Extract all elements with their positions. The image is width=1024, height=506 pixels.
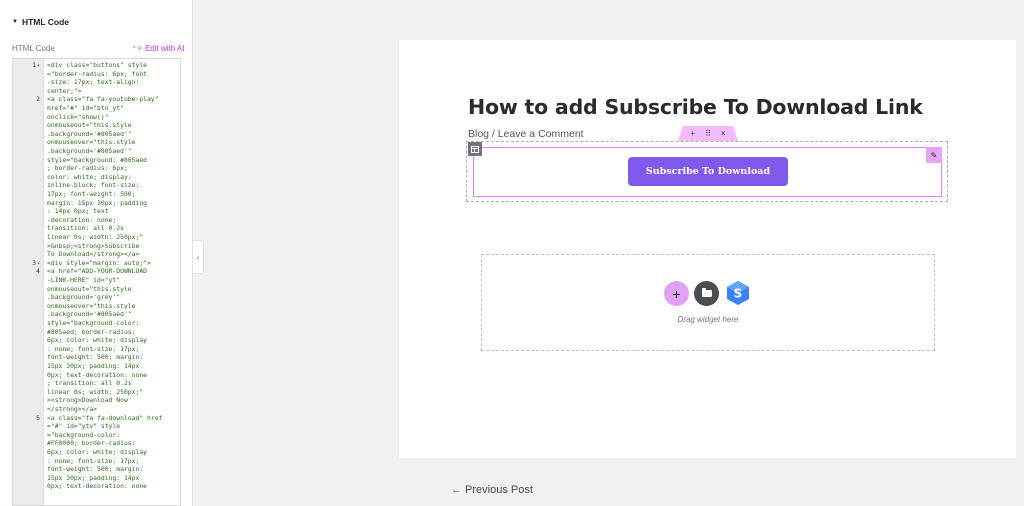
folder-icon (701, 288, 712, 297)
code-line: -decoration: none; (47, 215, 117, 224)
fold-caret-icon[interactable]: ▾ (37, 261, 40, 267)
category-link[interactable]: Blog (468, 128, 489, 140)
previous-post-link[interactable]: ← Previous Post (451, 484, 533, 496)
code-line: -size: 17px; text-align: (47, 78, 140, 87)
code-line: .background='#805aed'" (47, 310, 132, 319)
drag-handle-icon[interactable]: ⠿ (705, 129, 711, 138)
line-number: 2 (13, 95, 44, 104)
line-number-text: 5 (36, 413, 40, 422)
edit-with-ai-label: Edit with AI (144, 44, 185, 53)
code-line: <div style="margin: auto;"> (47, 258, 151, 267)
code-line: margin: 15px 30px; padding (47, 198, 148, 207)
code-line: .background='#805aed'" (47, 129, 132, 138)
caret-down-icon: ▼ (12, 19, 18, 25)
code-line: ><strong>Download Now (47, 396, 128, 405)
code-line: onmouseover="this.style (47, 138, 136, 147)
edit-with-ai-button[interactable]: ⁺✧ Edit with AI (132, 44, 185, 53)
line-number-text: 1 (32, 61, 36, 69)
code-line: ="border-radius: 6px; font (47, 69, 148, 78)
plus-icon: + (672, 285, 681, 302)
code-line: color: white; display: (47, 172, 132, 181)
section-title: HTML Code (21, 17, 70, 27)
code-line: href="#" id="btn_yt" (47, 104, 124, 112)
code-line: font-weight: 500; margin: (47, 465, 144, 474)
code-line: >&nbsp;<strong>Subscribe (47, 241, 140, 250)
line-gutter (13, 59, 44, 505)
starter-templates-button[interactable]: S (725, 280, 751, 306)
code-line: style="background-color: (47, 319, 140, 327)
code-line: <a class="fa fa-youtube-play" (47, 95, 159, 104)
ai-sparkle-icon: ⁺✧ (132, 44, 143, 53)
chevron-left-icon: ‹ (196, 252, 200, 262)
svg-text:S: S (734, 287, 743, 301)
editor-panel: ▼ HTML Code HTML Code ⁺✧ Edit with AI 1▾… (0, 0, 193, 506)
code-line: #FF0000; border-radius: (47, 439, 136, 448)
edit-widget-button[interactable]: ✎ (926, 147, 942, 163)
code-line: ="background-color: (47, 430, 121, 439)
add-section-icon[interactable]: + (690, 129, 695, 138)
code-line: #805aed; border-radius: (47, 327, 136, 336)
code-line: 0px; text-decoration: none (47, 370, 148, 379)
code-line: linear 0s; width: 250px;" (47, 233, 144, 241)
html-code-label: HTML Code (12, 44, 55, 53)
code-line: <a class="fa fa-download" href (47, 413, 163, 422)
code-line: 6px; color: white; display (47, 336, 148, 345)
code-line: .background='grey'" (47, 293, 121, 302)
code-editor[interactable]: 1▾ <div class="buttons" style ="border-rad… (12, 58, 181, 506)
meta-separator: / (489, 128, 498, 140)
code-line: 6px; color: white; display (47, 448, 148, 456)
code-line: style="background: #805aed (47, 155, 148, 164)
code-line: center;"> (47, 86, 82, 95)
code-line: : 14px 0px; text (47, 207, 109, 216)
code-line: inline-block; font-size: (47, 181, 140, 190)
code-line: 0px; text-decoration: none (47, 482, 148, 491)
code-line: </strong></a> (47, 405, 98, 413)
line-number: 5 (13, 414, 44, 423)
code-line: -LINK-HERE" id="yt" (47, 276, 121, 284)
code-line: ="#" id="ytv" style (47, 422, 121, 431)
code-line: ; transition: all 0.2s (47, 379, 132, 388)
code-line: font-weight: 500; margin: (47, 353, 144, 362)
code-line: 15px 30px; padding: 14px (47, 473, 140, 482)
code-line: onclick="show()" (47, 112, 109, 121)
code-line: onmouseout="this.style (47, 121, 132, 130)
line-number: 4 (13, 267, 44, 276)
post-meta: Blog / Leave a Comment (468, 128, 584, 140)
starter-templates-icon: S (727, 281, 749, 305)
section-toggle[interactable]: ▼ HTML Code (12, 17, 69, 27)
drag-widget-hint: Drag widget here (677, 315, 739, 324)
code-line: <a href="ADD-YOUR-DOWNLOAD (47, 267, 148, 276)
section-handle: + ⠿ × (678, 126, 738, 141)
line-number-text: 3 (32, 258, 36, 267)
code-line: : none; font-size: 17px; (47, 344, 140, 353)
line-number: 1▾ (13, 61, 44, 71)
code-line: 15px 30px; padding: 14px (47, 362, 140, 370)
delete-section-icon[interactable]: × (721, 129, 726, 138)
collapse-panel-button[interactable]: ‹ (193, 240, 204, 274)
code-line: .background='#805aed'" (47, 147, 132, 155)
subscribe-to-download-button[interactable]: Subscribe To Download (628, 157, 788, 186)
code-line: linear 0s; width: 250px;" (47, 387, 144, 396)
column-icon (471, 145, 479, 153)
code-line: To Download</strong></a> (47, 250, 140, 259)
column-handle[interactable] (468, 142, 482, 156)
code-line: : none; font-size: 17px; (47, 456, 140, 465)
code-line: onmouseout="this.style (47, 284, 132, 293)
add-template-button[interactable] (694, 281, 719, 306)
code-line: transition: all 0.2s (47, 224, 124, 233)
line-number-text: 2 (36, 95, 40, 104)
code-line: ; border-radius: 6px; (47, 164, 128, 173)
post-title: How to add Subscribe To Download Link (468, 95, 923, 119)
add-new-section-button[interactable]: + (664, 281, 689, 306)
code-line: 17px; font-weight: 500; (47, 190, 136, 198)
line-number-text: 4 (36, 267, 40, 276)
comment-link[interactable]: Leave a Comment (498, 128, 584, 140)
fold-caret-icon[interactable]: ▾ (37, 63, 40, 69)
code-line: <div class="buttons" style (47, 61, 148, 69)
code-line: onmouseover="this.style (47, 301, 136, 310)
pencil-icon: ✎ (930, 150, 938, 160)
